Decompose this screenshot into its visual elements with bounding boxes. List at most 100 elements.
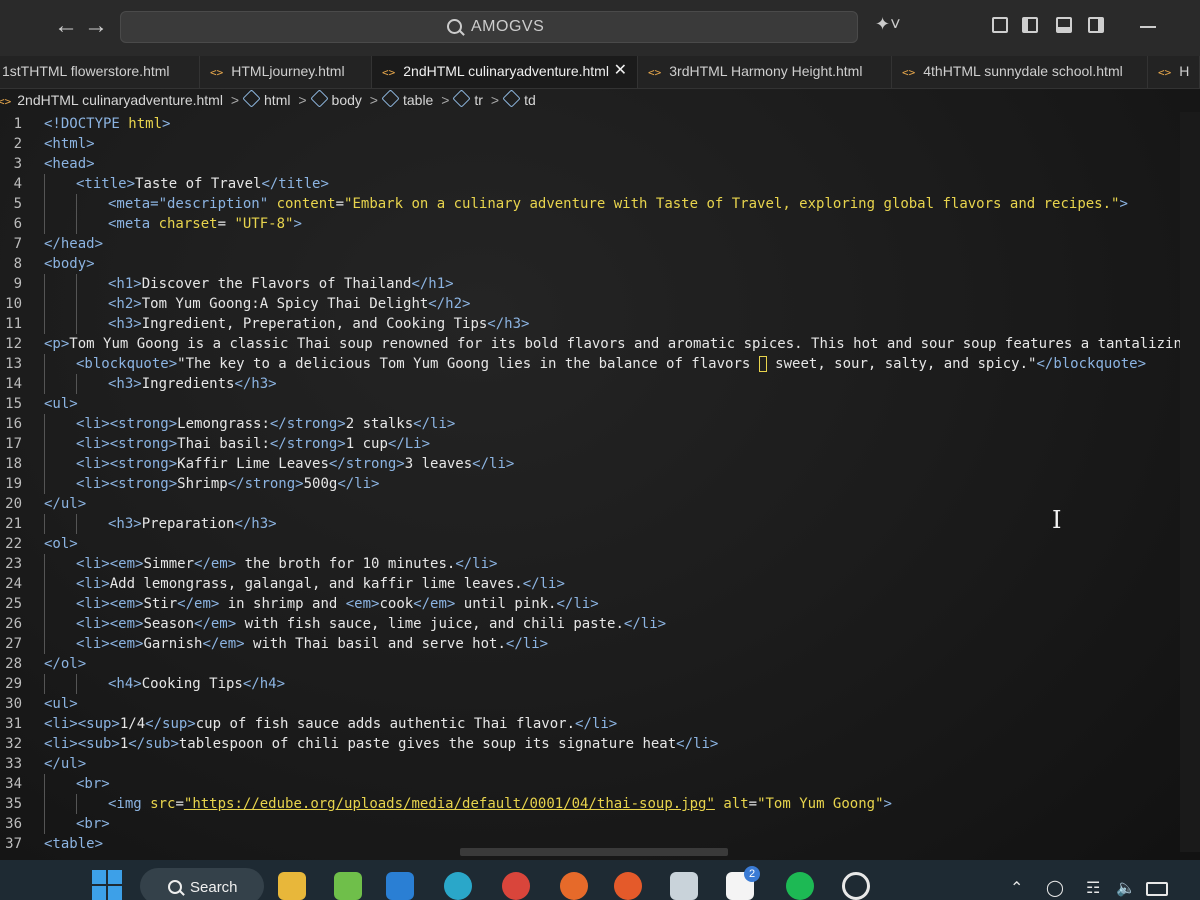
code-line[interactable]: 27 <li><em>Garnish</em> with Thai basil a… xyxy=(0,634,1180,654)
command-search-box[interactable]: AMOGVS xyxy=(120,11,858,43)
file-explorer-icon[interactable] xyxy=(278,872,306,900)
copilot-icon[interactable]: ✦˅ xyxy=(875,14,901,35)
close-tab-icon[interactable]: ✕ xyxy=(614,56,627,86)
code-line[interactable]: 31 <li><sup>1/4</sup>cup of fish sauce ad… xyxy=(0,714,1180,734)
code-text: </ul> xyxy=(44,754,86,774)
code-line[interactable]: 13 <blockquote>"The key to a delicious To… xyxy=(0,354,1180,374)
code-text: <blockquote>"The key to a delicious Tom … xyxy=(76,354,1146,374)
indent-guide xyxy=(44,354,45,374)
code-line[interactable]: 28 </ol> xyxy=(0,654,1180,674)
indent-guide xyxy=(44,774,45,794)
code-line[interactable]: 8 <body> xyxy=(0,254,1180,274)
breadcrumb-item[interactable]: td xyxy=(524,92,536,108)
breadcrumb-item[interactable]: table xyxy=(403,92,433,108)
tab-culinaryadventure[interactable]: <> 2ndHTML culinaryadventure.html ✕ xyxy=(372,56,638,88)
notepad-app-icon[interactable] xyxy=(334,872,362,900)
code-line[interactable]: 7 </head> xyxy=(0,234,1180,254)
code-text: <h3>Ingredients</h3> xyxy=(108,374,277,394)
code-token: > xyxy=(162,116,171,132)
firefox-browser-icon[interactable] xyxy=(560,872,588,900)
code-token: > xyxy=(1119,196,1128,212)
show-hidden-icons-chevron-up-icon[interactable]: ⌃ xyxy=(1010,878,1023,898)
code-token: in shrimp and xyxy=(219,596,346,612)
code-line[interactable]: 1 <!DOCTYPE html> xyxy=(0,114,1180,134)
tab-sunnydale-school[interactable]: <> 4thHTML sunnydale school.html xyxy=(892,56,1148,88)
line-number: 37 xyxy=(5,836,22,852)
code-line[interactable]: 29 <h4>Cooking Tips</h4> xyxy=(0,674,1180,694)
code-line[interactable]: 11 <h3>Ingredient, Preperation, and Cooki… xyxy=(0,314,1180,334)
code-line[interactable]: 17 <li><strong>Thai basil:</strong>1 cup<… xyxy=(0,434,1180,454)
code-token: </h3> xyxy=(487,316,530,332)
code-token: </em> xyxy=(177,596,220,612)
code-token: until pink. xyxy=(455,596,557,612)
tab-harmony-height[interactable]: <> 3rdHTML Harmony Height.html xyxy=(638,56,892,88)
code-line[interactable]: 6 <meta charset= "UTF-8"> xyxy=(0,214,1180,234)
minimize-button[interactable] xyxy=(1140,26,1156,28)
code-text: <br> xyxy=(76,774,110,794)
tab-htmljourney[interactable]: <> HTMLjourney.html xyxy=(200,56,372,88)
toggle-panel-icon[interactable] xyxy=(1056,17,1072,33)
code-token: </h3> xyxy=(234,516,277,532)
code-line[interactable]: 24 <li>Add lemongrass, galangal, and kaff… xyxy=(0,574,1180,594)
edge-browser-icon[interactable] xyxy=(444,872,472,900)
code-line[interactable]: 25 <li><em>Stir</em> in shrimp and <em>co… xyxy=(0,594,1180,614)
chrome-browser-icon[interactable] xyxy=(502,872,530,900)
back-arrow-icon[interactable]: ← xyxy=(54,14,78,38)
code-token: <li><strong> xyxy=(76,456,178,472)
breadcrumb-item[interactable]: html xyxy=(264,92,290,108)
start-button[interactable] xyxy=(92,870,122,900)
code-line[interactable]: 32 <li><sub>1</sub>tablespoon of chili pa… xyxy=(0,734,1180,754)
minimap[interactable] xyxy=(1180,112,1200,852)
code-line[interactable]: 20 </ul> xyxy=(0,494,1180,514)
breadcrumb-item[interactable]: tr xyxy=(474,92,483,108)
code-line[interactable]: 19 <li><strong>Shrimp</strong>500g</li> xyxy=(0,474,1180,494)
code-token: 3 leaves xyxy=(404,456,473,472)
code-line[interactable]: 16 <li><strong>Lemongrass:</strong>2 stal… xyxy=(0,414,1180,434)
code-line[interactable]: 21 <h3>Preparation</h3> xyxy=(0,514,1180,534)
code-line[interactable]: 34 <br> xyxy=(0,774,1180,794)
tab-bar: 1stTHTML flowerstore.html <> HTMLjourney.… xyxy=(0,56,1200,89)
wifi-icon[interactable]: ☶ xyxy=(1086,878,1100,898)
code-line[interactable]: 14 <h3>Ingredients</h3> xyxy=(0,374,1180,394)
code-editor[interactable]: 1 <!DOCTYPE html> 2 <html> 3 <head> 4 <title>Ta… xyxy=(0,112,1180,852)
duckduckgo-browser-icon[interactable] xyxy=(614,872,642,900)
code-line[interactable]: 33 </ul> xyxy=(0,754,1180,774)
code-line[interactable]: 2 <html> xyxy=(0,134,1180,154)
battery-icon[interactable] xyxy=(1146,882,1168,896)
code-line[interactable]: 4 <title>Taste of Travel</title> xyxy=(0,174,1180,194)
indent-guide xyxy=(44,614,45,634)
code-line[interactable]: 23 <li><em>Simmer</em> the broth for 10 m… xyxy=(0,554,1180,574)
tab-overflow[interactable]: <> H xyxy=(1148,56,1200,88)
code-text: <li><em>Stir</em> in shrimp and <em>cook… xyxy=(76,594,599,614)
spotify-icon[interactable] xyxy=(786,872,814,900)
obs-tray-icon[interactable]: ◯ xyxy=(1046,878,1064,898)
code-line[interactable]: 3 <head> xyxy=(0,154,1180,174)
code-line[interactable]: 9 <h1>Discover the Flavors of Thailand</h… xyxy=(0,274,1180,294)
vscode-icon[interactable] xyxy=(386,872,414,900)
forward-arrow-icon[interactable]: → xyxy=(84,14,108,38)
obs-app-icon[interactable] xyxy=(842,872,870,900)
store-icon[interactable] xyxy=(670,872,698,900)
breadcrumb-item[interactable]: body xyxy=(332,92,362,108)
horizontal-scrollbar[interactable] xyxy=(460,848,728,856)
tab-flowerstore[interactable]: 1stTHTML flowerstore.html xyxy=(0,56,200,88)
indent-guide xyxy=(76,274,77,294)
code-line[interactable]: 10 <h2>Tom Yum Goong:A Spicy Thai Delight… xyxy=(0,294,1180,314)
l-app-icon[interactable]: 2 xyxy=(726,866,760,900)
code-line[interactable]: 30 <ul> xyxy=(0,694,1180,714)
code-line[interactable]: 5 <meta="description" content="Embark on … xyxy=(0,194,1180,214)
toggle-primary-sidebar-icon[interactable] xyxy=(1022,17,1038,33)
volume-icon[interactable]: 🔈 xyxy=(1116,878,1136,898)
code-line[interactable]: 18 <li><strong>Kaffir Lime Leaves</strong… xyxy=(0,454,1180,474)
customize-layout-icon[interactable] xyxy=(992,17,1008,33)
code-line[interactable]: 36 <br> xyxy=(0,814,1180,834)
code-line[interactable]: 12 <p>Tom Yum Goong is a classic Thai sou… xyxy=(0,334,1180,354)
code-line[interactable]: 22 <ol> xyxy=(0,534,1180,554)
breadcrumb-file[interactable]: 2ndHTML culinaryadventure.html xyxy=(17,92,223,108)
code-line[interactable]: 35 <img src="https://edube.org/uploads/me… xyxy=(0,794,1180,814)
code-line[interactable]: 15 <ul> xyxy=(0,394,1180,414)
code-line[interactable]: 26 <li><em>Season</em> with fish sauce, l… xyxy=(0,614,1180,634)
code-token: </li> xyxy=(455,556,498,572)
code-text: <li><strong>Lemongrass:</strong>2 stalks… xyxy=(76,414,455,434)
toggle-secondary-sidebar-icon[interactable] xyxy=(1088,17,1104,33)
